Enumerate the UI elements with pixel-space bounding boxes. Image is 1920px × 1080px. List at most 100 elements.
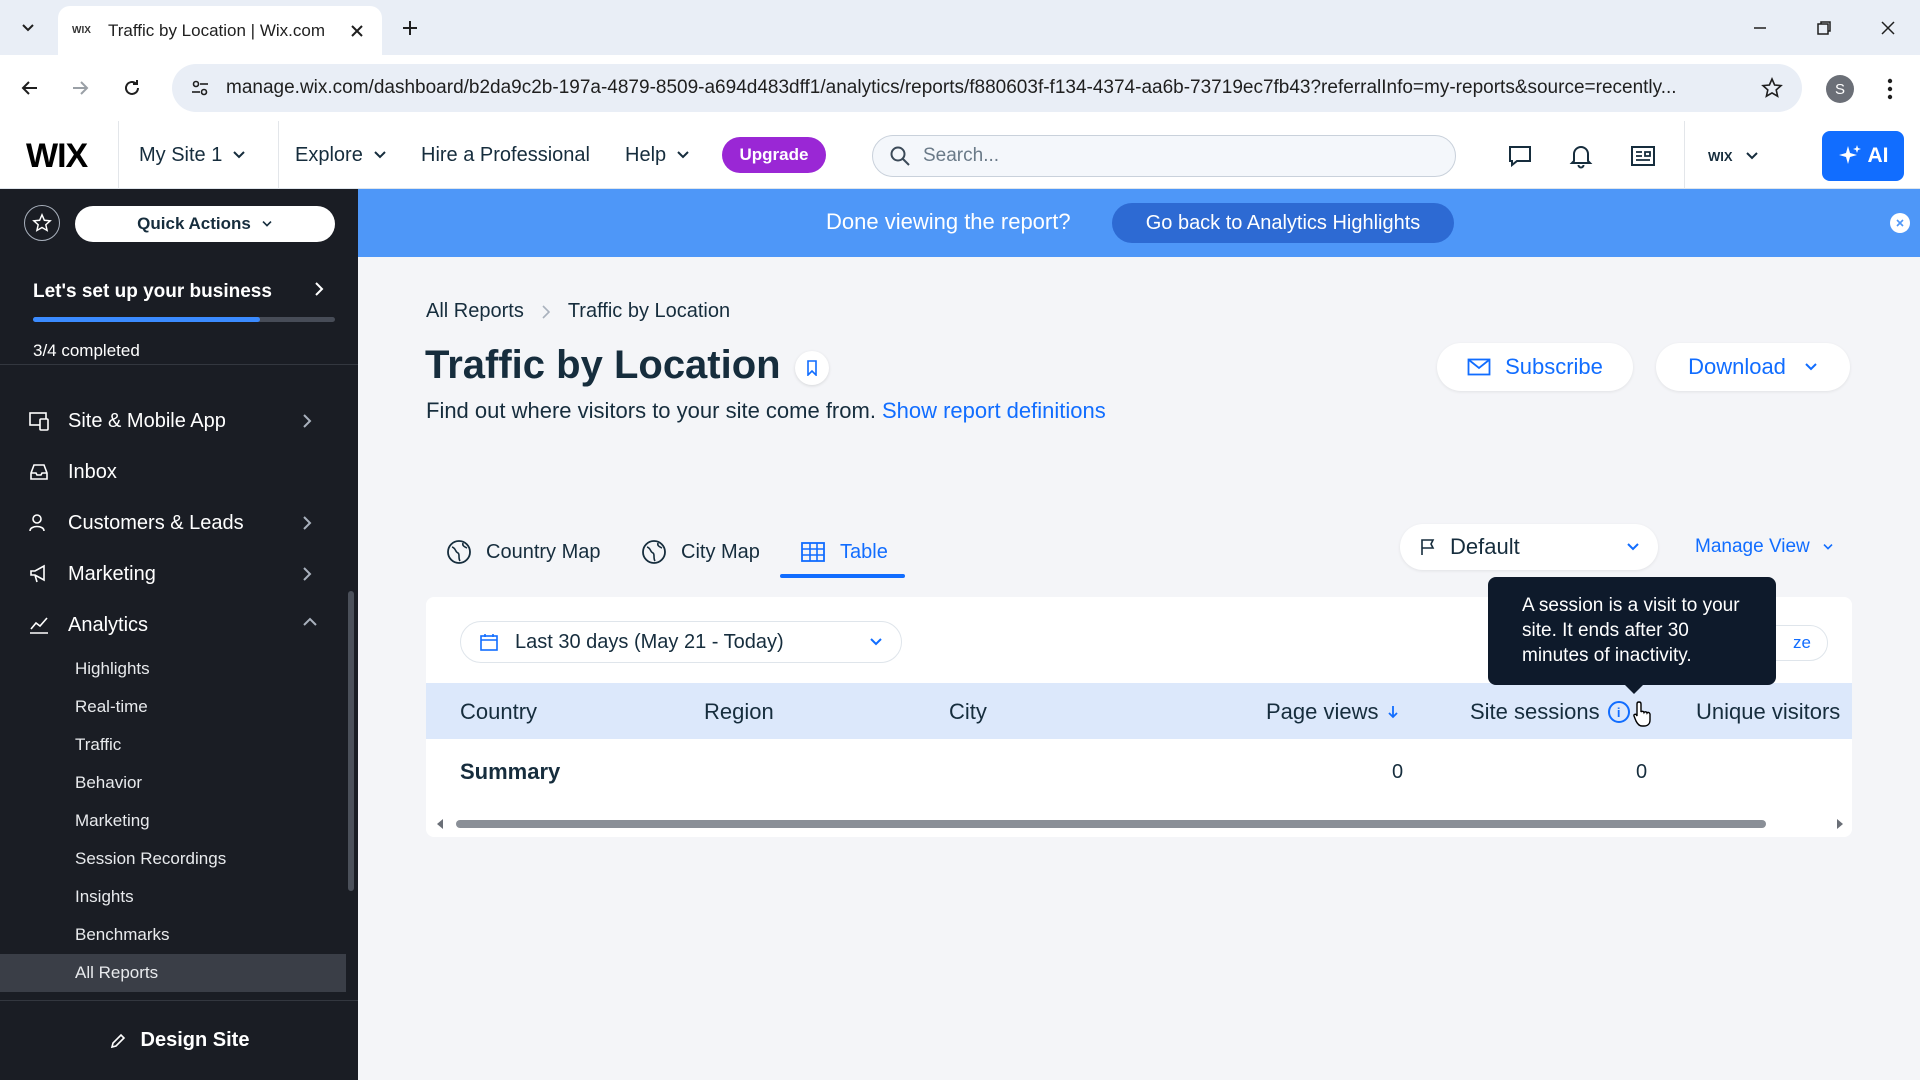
site-selector[interactable]: My Site 1 (139, 121, 246, 189)
column-header-city[interactable]: City (949, 699, 987, 725)
chevron-right-icon (542, 304, 550, 319)
customers-icon (29, 514, 45, 532)
manage-view-button[interactable]: Manage View (1695, 536, 1834, 558)
sidebar-sub-all-reports[interactable]: All Reports (75, 963, 158, 983)
chevron-down-icon (1823, 544, 1833, 550)
date-range-picker[interactable]: Last 30 days (May 21 - Today) (460, 621, 902, 663)
sidebar-sub-highlights[interactable]: Highlights (75, 659, 150, 679)
tab-country-map[interactable]: Country Map (446, 526, 601, 578)
banner-close-icon[interactable] (1890, 213, 1910, 233)
upgrade-button[interactable]: Upgrade (722, 137, 826, 173)
sidebar-sub-session-recordings[interactable]: Session Recordings (75, 849, 226, 869)
url-text[interactable]: manage.wix.com/dashboard/b2da9c2b-197a-4… (226, 77, 1746, 99)
quick-actions-button[interactable]: Quick Actions (75, 206, 335, 242)
tab-table[interactable]: Table (800, 526, 888, 578)
sidebar-sub-benchmarks[interactable]: Benchmarks (75, 925, 169, 945)
column-header-country[interactable]: Country (460, 699, 537, 725)
column-header-page-views[interactable]: Page views (1266, 699, 1399, 725)
sidebar-item-site-mobile-app[interactable]: Site & Mobile App (0, 396, 340, 446)
sidebar-sub-traffic[interactable]: Traffic (75, 735, 121, 755)
page-subtitle: Find out where visitors to your site com… (426, 398, 1106, 424)
restore-icon[interactable] (1804, 10, 1844, 46)
design-site-button[interactable]: Design Site (0, 1000, 358, 1080)
sidebar-item-label: Analytics (68, 613, 149, 636)
view-dropdown-value: Default (1450, 534, 1520, 559)
breadcrumb-all-reports[interactable]: All Reports (426, 300, 524, 323)
wix-top-bar: WIX My Site 1 Explore Hire a Professiona… (0, 121, 1920, 189)
column-header-unique-visitors[interactable]: Unique visitors (1696, 699, 1840, 725)
hire-label: Hire a Professional (421, 143, 590, 166)
chevron-down-icon (1627, 543, 1639, 551)
minimize-icon[interactable] (1740, 10, 1780, 46)
chevron-right-icon (303, 567, 312, 581)
column-header-region[interactable]: Region (704, 699, 774, 725)
browser-menu-icon[interactable] (1874, 73, 1906, 105)
download-button[interactable]: Download (1656, 343, 1850, 391)
profile-avatar[interactable]: S (1826, 75, 1854, 103)
wix-logo[interactable]: WIX (26, 137, 88, 176)
setup-progress-panel[interactable]: Let's set up your business 3/4 completed (0, 257, 358, 365)
column-header-site-sessions[interactable]: Site sessions i (1470, 699, 1630, 725)
search-field[interactable] (872, 135, 1456, 177)
help-menu[interactable]: Help (625, 121, 690, 189)
manage-view-label: Manage View (1695, 536, 1810, 557)
view-dropdown[interactable]: Default (1400, 524, 1658, 570)
tab-city-map[interactable]: City Map (641, 526, 760, 578)
site-info-icon[interactable] (188, 76, 212, 100)
browser-tab-active[interactable]: WIX Traffic by Location | Wix.com (58, 6, 382, 55)
tab-close-icon[interactable] (346, 20, 368, 42)
back-to-highlights-button[interactable]: Go back to Analytics Highlights (1112, 203, 1454, 243)
scroll-left-arrow-icon[interactable] (436, 819, 444, 829)
page-title: Traffic by Location (425, 343, 781, 387)
ai-label: AI (1867, 144, 1889, 167)
chevron-up-icon (303, 617, 317, 626)
setup-title: Let's set up your business (33, 281, 272, 302)
news-icon[interactable] (1628, 141, 1658, 171)
favorites-star-icon[interactable] (24, 205, 60, 241)
sidebar-item-marketing[interactable]: Marketing (0, 549, 340, 599)
active-tab-indicator (780, 574, 905, 578)
chevron-right-icon (303, 414, 312, 428)
horizontal-scrollbar[interactable] (436, 817, 1846, 831)
chevron-right-icon (315, 282, 324, 296)
globe-icon (642, 540, 666, 564)
bookmark-star-icon[interactable] (1758, 74, 1786, 102)
chat-icon[interactable] (1505, 141, 1535, 171)
ai-assistant-button[interactable]: AI (1822, 131, 1904, 181)
hire-professional-link[interactable]: Hire a Professional (421, 121, 590, 189)
sidebar-item-customers-leads[interactable]: Customers & Leads (0, 498, 340, 548)
sidebar-sub-insights[interactable]: Insights (75, 887, 134, 907)
tab-label: City Map (681, 540, 760, 563)
sidebar-sub-behavior[interactable]: Behavior (75, 773, 142, 793)
sidebar-item-analytics[interactable]: Analytics (0, 600, 340, 650)
explore-menu[interactable]: Explore (295, 121, 387, 189)
subscribe-label: Subscribe (1505, 354, 1603, 379)
bell-icon[interactable] (1566, 141, 1596, 171)
scroll-right-arrow-icon[interactable] (1836, 819, 1844, 829)
sidebar-scrollbar[interactable] (348, 591, 354, 891)
hand-cursor-icon (1633, 701, 1651, 727)
forward-arrow-icon[interactable] (62, 70, 98, 106)
tab-list-chevron-icon[interactable] (10, 10, 46, 46)
chevron-down-icon (233, 151, 246, 159)
info-icon[interactable]: i (1607, 701, 1630, 723)
address-bar[interactable]: manage.wix.com/dashboard/b2da9c2b-197a-4… (172, 64, 1802, 112)
window-close-icon[interactable] (1868, 10, 1908, 46)
browser-tabstrip: WIX Traffic by Location | Wix.com (0, 0, 1920, 55)
subscribe-button[interactable]: Subscribe (1437, 343, 1633, 391)
scrollbar-thumb[interactable] (456, 820, 1766, 828)
reload-icon[interactable] (114, 70, 150, 106)
new-tab-plus-icon[interactable] (396, 14, 424, 42)
sidebar-sub-marketing[interactable]: Marketing (75, 811, 150, 831)
globe-icon (447, 540, 471, 564)
search-input[interactable] (923, 145, 1423, 167)
account-switcher[interactable]: WIX (1708, 139, 1759, 173)
table-icon (801, 542, 825, 562)
sidebar-item-label: Marketing (68, 562, 156, 585)
back-arrow-icon[interactable] (12, 70, 48, 106)
sidebar-sub-real-time[interactable]: Real-time (75, 697, 148, 717)
sidebar-item-inbox[interactable]: Inbox (0, 447, 340, 497)
chevron-down-icon (262, 221, 272, 227)
show-definitions-link[interactable]: Show report definitions (882, 398, 1106, 423)
bookmark-icon[interactable] (795, 351, 829, 385)
